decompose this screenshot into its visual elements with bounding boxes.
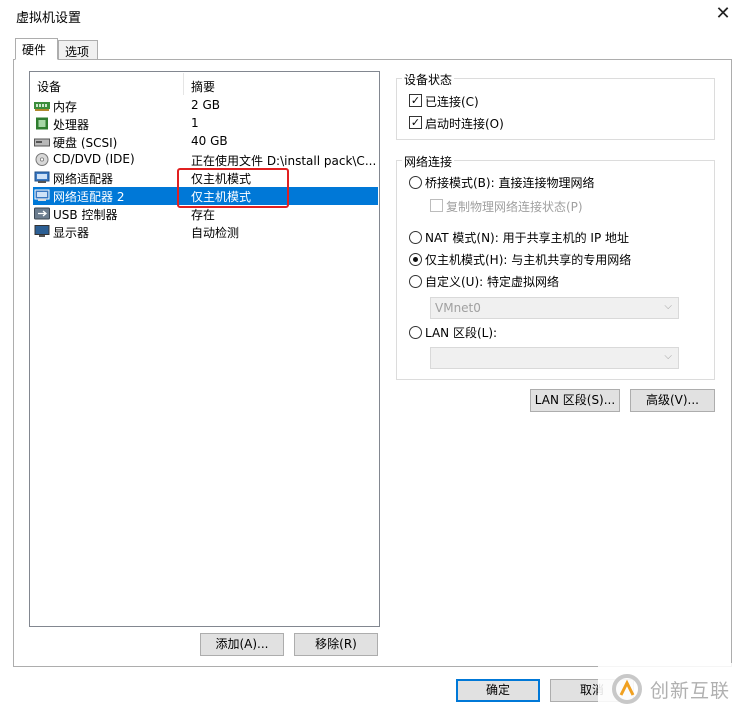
device-row-processor[interactable]: 处理器 1 bbox=[33, 115, 378, 133]
device-row-monitor[interactable]: 显示器 自动检测 bbox=[33, 223, 378, 241]
device-summary: 存在 bbox=[191, 208, 216, 222]
device-summary: 自动检测 bbox=[191, 226, 240, 240]
cd-dvd-icon bbox=[35, 153, 49, 166]
device-row-memory[interactable]: 内存 2 GB bbox=[33, 97, 378, 115]
window-title: 虚拟机设置 bbox=[16, 11, 82, 26]
device-row-cd-dvd[interactable]: CD/DVD (IDE) 正在使用文件 D:\install pack\C... bbox=[33, 151, 378, 169]
brand-logo-icon bbox=[612, 674, 642, 704]
device-name: 处理器 bbox=[53, 118, 90, 132]
host-only-radio[interactable] bbox=[409, 253, 422, 266]
host-only-label[interactable]: 仅主机模式(H): 与主机共享的专用网络 bbox=[425, 251, 631, 268]
device-summary: 2 GB bbox=[191, 98, 220, 112]
close-icon[interactable]: ✕ bbox=[712, 4, 734, 26]
device-summary: 1 bbox=[191, 116, 199, 130]
bridged-label[interactable]: 桥接模式(B): 直接连接物理网络 bbox=[425, 174, 594, 191]
lan-segment-radio[interactable] bbox=[409, 326, 422, 339]
remove-device-button[interactable]: 移除(R) bbox=[294, 633, 378, 656]
chevron-down-icon: ⌵ bbox=[664, 301, 672, 312]
lan-segments-button[interactable]: LAN 区段(S)... bbox=[530, 389, 620, 412]
ok-button[interactable]: 确定 bbox=[456, 679, 540, 702]
connect-at-power-on-label[interactable]: 启动时连接(O) bbox=[425, 115, 504, 132]
monitor-icon bbox=[34, 225, 50, 237]
device-name: 网络适配器 2 bbox=[53, 190, 125, 204]
connected-label[interactable]: 已连接(C) bbox=[425, 93, 479, 110]
radio-selected-dot bbox=[413, 257, 418, 262]
tab-hardware[interactable]: 硬件 bbox=[15, 38, 58, 60]
nat-label[interactable]: NAT 模式(N): 用于共享主机的 IP 地址 bbox=[425, 229, 629, 246]
harddisk-icon bbox=[34, 138, 50, 147]
advanced-button[interactable]: 高级(V)... bbox=[630, 389, 715, 412]
device-name: 网络适配器 bbox=[53, 172, 114, 186]
device-name: CD/DVD (IDE) bbox=[53, 152, 135, 166]
add-device-button[interactable]: 添加(A)... bbox=[200, 633, 284, 656]
network-connection-label: 网络连接 bbox=[402, 153, 455, 170]
usb-icon bbox=[34, 207, 50, 220]
device-name: 硬盘 (SCSI) bbox=[53, 136, 118, 150]
watermark-text: 创新互联 bbox=[650, 680, 731, 702]
column-header-summary[interactable]: 摘要 bbox=[191, 78, 215, 95]
connected-checkbox[interactable]: ✓ bbox=[409, 94, 422, 107]
lan-segment-select[interactable]: ⌵ bbox=[430, 347, 679, 369]
custom-network-select[interactable]: VMnet0 ⌵ bbox=[430, 297, 679, 319]
column-header-device[interactable]: 设备 bbox=[37, 78, 61, 95]
network-adapter-icon bbox=[34, 171, 50, 183]
replicate-state-label[interactable]: 复制物理网络连接状态(P) bbox=[446, 198, 583, 215]
device-row-harddisk[interactable]: 硬盘 (SCSI) 40 GB bbox=[33, 133, 378, 151]
device-summary: 正在使用文件 D:\install pack\C... bbox=[191, 154, 377, 168]
lan-segment-label[interactable]: LAN 区段(L): bbox=[425, 324, 497, 341]
bridged-radio[interactable] bbox=[409, 176, 422, 189]
device-name: USB 控制器 bbox=[53, 208, 118, 222]
network-adapter-icon bbox=[34, 189, 50, 201]
replicate-state-checkbox[interactable] bbox=[430, 199, 443, 212]
device-name: 显示器 bbox=[53, 226, 90, 240]
connect-at-power-on-checkbox[interactable]: ✓ bbox=[409, 116, 422, 129]
device-status-label: 设备状态 bbox=[402, 71, 455, 88]
memory-icon bbox=[34, 102, 50, 111]
highlight-annotation-box bbox=[177, 168, 289, 208]
custom-label[interactable]: 自定义(U): 特定虚拟网络 bbox=[425, 273, 559, 290]
device-name: 内存 bbox=[53, 100, 78, 114]
nat-radio[interactable] bbox=[409, 231, 422, 244]
device-summary: 40 GB bbox=[191, 134, 228, 148]
tab-options[interactable]: 选项 bbox=[58, 40, 98, 60]
chevron-down-icon: ⌵ bbox=[664, 351, 672, 362]
custom-network-value: VMnet0 bbox=[435, 301, 481, 315]
column-divider bbox=[183, 73, 184, 95]
processor-icon bbox=[36, 117, 48, 130]
custom-radio[interactable] bbox=[409, 275, 422, 288]
